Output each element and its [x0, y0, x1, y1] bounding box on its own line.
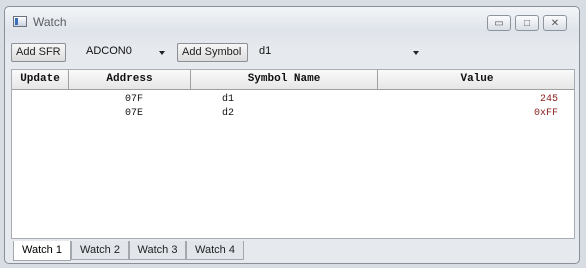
- value-cell[interactable]: 245: [540, 94, 558, 106]
- add-symbol-button[interactable]: Add Symbol: [177, 43, 248, 62]
- table-row[interactable]: 07F d1 245: [12, 94, 574, 106]
- maximize-button[interactable]: □: [515, 15, 539, 31]
- tab-watch-3[interactable]: Watch 3: [129, 241, 186, 260]
- sfr-dropdown-value: ADCON0: [86, 45, 132, 57]
- symbol-cell: d2: [222, 108, 235, 119]
- app-icon: [13, 16, 27, 27]
- column-header-address[interactable]: Address: [69, 70, 191, 89]
- column-header-update[interactable]: Update: [12, 70, 69, 89]
- chevron-down-icon: [159, 51, 165, 55]
- symbol-cell: d1: [222, 94, 235, 105]
- symbol-dropdown-value: d1: [259, 45, 272, 57]
- value-cell[interactable]: 0xFF: [534, 108, 558, 120]
- sfr-dropdown[interactable]: ADCON0: [69, 43, 173, 62]
- column-header-value[interactable]: Value: [378, 70, 576, 89]
- address-cell: 07E: [125, 108, 144, 119]
- table-row[interactable]: 07E d2 0xFF: [12, 108, 574, 120]
- toolbar: Add SFR ADCON0 Add Symbol d1: [11, 43, 571, 63]
- tab-watch-4[interactable]: Watch 4: [186, 241, 244, 260]
- chevron-down-icon: [413, 51, 419, 55]
- watch-window: Watch ▭ □ ✕ Add SFR ADCON0 Add Symbol d1…: [4, 6, 580, 264]
- tab-watch-2[interactable]: Watch 2: [71, 241, 129, 260]
- column-header-symbol-name[interactable]: Symbol Name: [191, 70, 378, 89]
- window-title: Watch: [33, 15, 67, 29]
- tab-watch-1[interactable]: Watch 1: [13, 241, 71, 261]
- title-bar[interactable]: Watch ▭ □ ✕: [5, 7, 579, 37]
- close-button[interactable]: ✕: [543, 15, 567, 31]
- watch-tabs: Watch 1 Watch 2 Watch 3 Watch 4: [11, 241, 575, 261]
- symbol-dropdown[interactable]: d1: [251, 43, 431, 62]
- watch-table[interactable]: Update Address Symbol Name Value 07F d1 …: [11, 69, 575, 239]
- minimize-button[interactable]: ▭: [487, 15, 511, 31]
- table-header: Update Address Symbol Name Value: [12, 70, 574, 90]
- address-cell: 07F: [125, 94, 144, 105]
- add-sfr-button[interactable]: Add SFR: [11, 43, 66, 62]
